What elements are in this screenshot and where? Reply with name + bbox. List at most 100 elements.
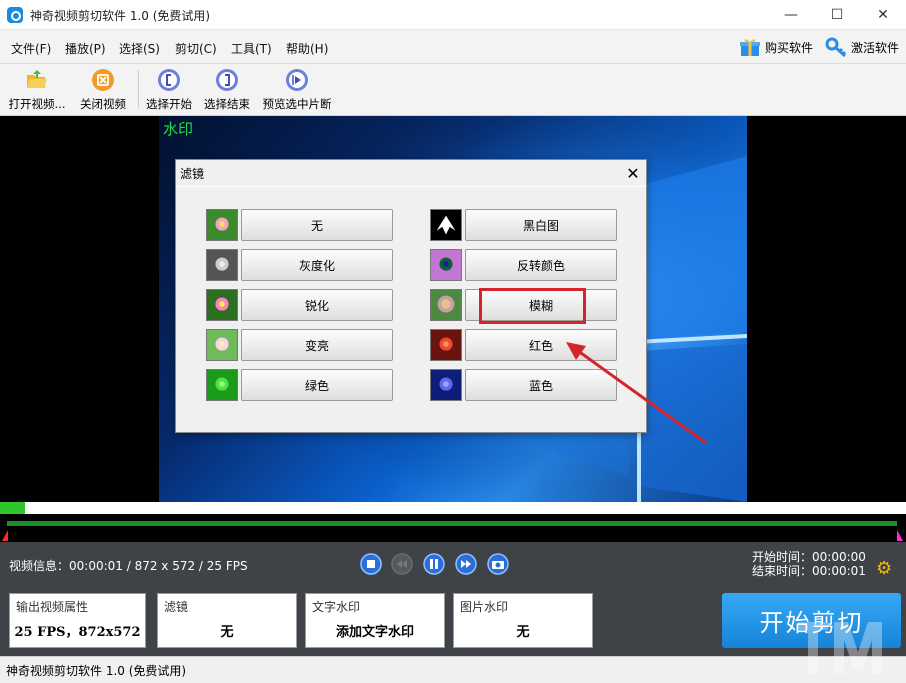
output-properties-card[interactable]: 输出视频属性 25 FPS，872x572 — [9, 593, 146, 648]
menu-help[interactable]: 帮助(H) — [286, 40, 328, 57]
filter-brighten-button[interactable]: 变亮 — [241, 329, 393, 361]
dialog-close-button[interactable]: ✕ — [622, 162, 644, 184]
menu-play[interactable]: 播放(P) — [65, 40, 106, 57]
text-watermark-title: 文字水印 — [312, 600, 361, 614]
select-start-button[interactable]: 选择开始 — [143, 68, 195, 112]
open-video-button[interactable]: 打开视频... — [6, 68, 68, 112]
text-watermark-value: 添加文字水印 — [335, 625, 414, 640]
filter-invert-button[interactable]: 反转颜色 — [465, 249, 617, 281]
key-icon — [825, 37, 847, 57]
filter-card[interactable]: 滤镜 无 — [157, 593, 297, 648]
end-time-label: 结束时间： — [752, 564, 813, 578]
filter-invert-thumb — [430, 249, 462, 284]
select-end-label: 选择结束 — [204, 97, 250, 111]
close-video-label: 关闭视频 — [80, 97, 126, 111]
rewind-icon — [391, 553, 413, 575]
selection-range — [7, 521, 897, 526]
lotus-bright-icon — [206, 329, 238, 361]
play-preview-icon — [286, 69, 308, 91]
start-time-label: 开始时间： — [752, 550, 813, 564]
select-start-icon — [158, 69, 180, 91]
filter-card-value: 无 — [220, 625, 234, 640]
lotus-green-icon — [206, 369, 238, 401]
close-button[interactable]: ✕ — [860, 0, 906, 30]
time-block: 开始时间：00:00:00 结束时间：00:00:01 — [752, 550, 866, 578]
filter-brighten-thumb — [206, 329, 238, 364]
output-properties-title: 输出视频属性 — [16, 600, 89, 614]
end-marker[interactable] — [897, 530, 903, 541]
lotus-gray-icon — [206, 249, 238, 281]
preview-selection-label: 预览选中片断 — [262, 97, 332, 111]
lotus-sharpen-icon — [206, 289, 238, 321]
maximize-button[interactable]: ☐ — [814, 0, 860, 30]
stop-button[interactable] — [360, 553, 382, 575]
image-watermark-value: 无 — [516, 625, 530, 640]
start-marker[interactable] — [2, 530, 8, 541]
activate-software-link[interactable]: 激活软件 — [825, 36, 899, 58]
open-video-label: 打开视频... — [8, 97, 66, 111]
filter-sharpen-button[interactable]: 锐化 — [241, 289, 393, 321]
pause-icon — [423, 553, 445, 575]
close-video-button[interactable]: 关闭视频 — [76, 68, 130, 112]
filter-grayscale-button[interactable]: 灰度化 — [241, 249, 393, 281]
settings-gear-icon[interactable]: ⚙ — [876, 558, 892, 579]
lotus-blue-icon — [430, 369, 462, 401]
select-end-button[interactable]: 选择结束 — [201, 68, 253, 112]
image-watermark-title: 图片水印 — [460, 600, 509, 614]
filter-blur-thumb — [430, 289, 462, 324]
filter-green-thumb — [206, 369, 238, 404]
site-watermark-logo — [798, 622, 882, 674]
menu-tools[interactable]: 工具(T) — [231, 40, 272, 57]
end-time-value: 00:00:01 — [812, 564, 866, 578]
snapshot-button[interactable] — [487, 553, 509, 575]
buy-software-link[interactable]: 购买软件 — [739, 36, 813, 58]
rewind-button[interactable] — [391, 553, 413, 575]
lotus-blur-icon — [430, 289, 462, 321]
buy-software-label: 购买软件 — [765, 40, 814, 55]
image-watermark-card[interactable]: 图片水印 无 — [453, 593, 593, 648]
dialog-title: 滤镜 — [180, 167, 205, 181]
menu-select[interactable]: 选择(S) — [119, 40, 160, 57]
highlight-box — [479, 288, 586, 324]
filter-none-button[interactable]: 无 — [241, 209, 393, 241]
select-end-icon — [216, 69, 238, 91]
toolbar-divider — [138, 70, 139, 108]
filter-card-title: 滤镜 — [164, 600, 189, 614]
lotus-red-icon — [430, 329, 462, 361]
video-watermark-text: 水印 — [163, 120, 194, 138]
timeline-track[interactable] — [0, 514, 906, 542]
video-info: 视频信息：00:00:01 / 872 x 572 / 25 FPS — [9, 559, 248, 573]
select-start-label: 选择开始 — [146, 97, 192, 111]
fast-forward-button[interactable] — [455, 553, 477, 575]
filter-blue-thumb — [430, 369, 462, 404]
filter-blackwhite-button[interactable]: 黑白图 — [465, 209, 617, 241]
pause-button[interactable] — [423, 553, 445, 575]
folder-open-icon — [27, 70, 47, 88]
preview-selection-button[interactable]: 预览选中片断 — [259, 68, 335, 112]
filter-none-thumb — [206, 209, 238, 244]
status-text: 神奇视频剪切软件 1.0 (免费试用) — [6, 664, 187, 678]
menu-file[interactable]: 文件(F) — [11, 40, 51, 57]
filter-sharpen-thumb — [206, 289, 238, 324]
fast-forward-icon — [455, 553, 477, 575]
filter-grayscale-thumb — [206, 249, 238, 284]
menu-cut[interactable]: 剪切(C) — [175, 40, 217, 57]
toolbar — [0, 64, 906, 116]
lotus-color-icon — [206, 209, 238, 241]
filter-blackwhite-thumb — [430, 209, 462, 244]
camera-icon — [487, 553, 509, 575]
text-watermark-card[interactable]: 文字水印 添加文字水印 — [305, 593, 445, 648]
stop-icon — [360, 553, 382, 575]
lotus-blackwhite-icon — [430, 209, 462, 241]
minimize-button[interactable]: — — [768, 0, 814, 30]
window-title: 神奇视频剪切软件 1.0 (免费试用) — [30, 9, 211, 23]
start-time-value: 00:00:00 — [812, 550, 866, 564]
close-video-icon — [92, 69, 114, 91]
filter-red-thumb — [430, 329, 462, 364]
gift-icon — [740, 39, 760, 56]
annotation-arrow — [566, 342, 707, 445]
filter-green-button[interactable]: 绿色 — [241, 369, 393, 401]
progress-bar — [0, 502, 25, 514]
activate-software-label: 激活软件 — [851, 40, 900, 55]
progress-track[interactable] — [0, 502, 906, 514]
